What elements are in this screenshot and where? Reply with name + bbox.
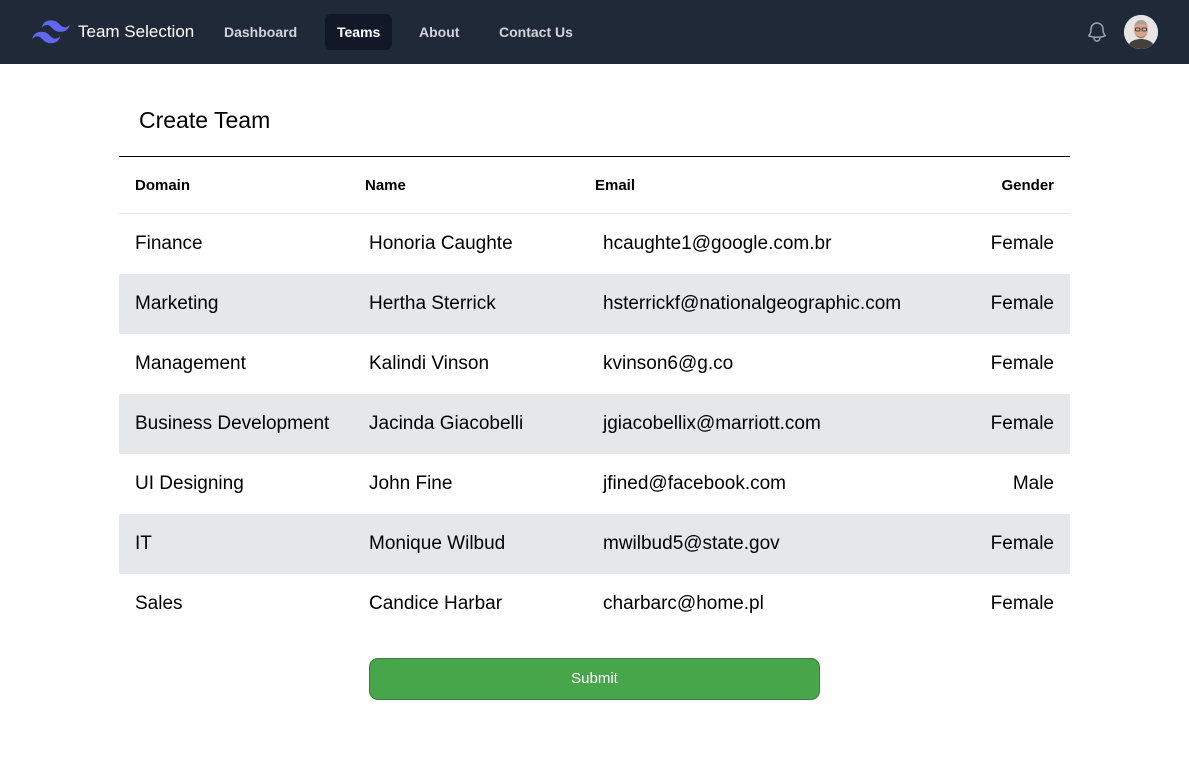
cell-name: Kalindi Vinson [369,353,490,374]
cell-gender: Female [990,533,1054,554]
cell-email: jfined@facebook.com [603,473,786,494]
cell-gender: Male [1012,473,1054,494]
cell-name: John Fine [369,473,453,494]
cell-email: charbarc@home.pl [603,593,764,614]
cell-email: hsterrickf@nationalgeographic.com [603,293,902,314]
cell-name: Hertha Sterrick [369,293,496,314]
cell-gender: Female [990,293,1054,314]
column-header-domain: Domain [135,177,191,194]
nav-link-dashboard[interactable]: Dashboard [212,14,309,50]
cell-gender: Female [990,593,1054,614]
user-avatar[interactable] [1124,15,1158,49]
top-navbar: Team Selection Dashboard Teams About Con… [0,0,1189,64]
table-row[interactable]: Sales Candice Harbar charbarc@home.pl Fe… [119,574,1070,634]
cell-email: kvinson6@g.co [603,353,734,374]
cell-domain: Sales [135,593,183,614]
cell-domain: Business Development [135,413,330,434]
tailwind-wave-icon [32,20,70,44]
cell-email: hcaughte1@google.com.br [603,233,832,254]
team-members-table: Domain Name Email Gender Finance Honoria… [119,157,1070,634]
cell-email: mwilbud5@state.gov [603,533,780,554]
cell-name: Candice Harbar [369,593,503,614]
table-row[interactable]: Business Development Jacinda Giacobelli … [119,394,1070,454]
cell-domain: Finance [135,233,203,254]
cell-domain: UI Designing [135,473,244,494]
cell-domain: IT [135,533,152,554]
cell-name: Honoria Caughte [369,233,513,254]
nav-link-teams[interactable]: Teams [325,14,393,50]
page-title: Create Team [139,107,271,133]
table-row[interactable]: Marketing Hertha Sterrick hsterrickf@nat… [119,274,1070,334]
table-header: Domain Name Email Gender [119,157,1070,214]
column-header-name: Name [365,177,406,194]
cell-gender: Female [990,413,1054,434]
nav-link-contact-us[interactable]: Contact Us [487,14,585,50]
cell-email: jgiacobellix@marriott.com [603,413,821,434]
cell-domain: Management [135,353,246,374]
table-row[interactable]: IT Monique Wilbud mwilbud5@state.gov Fem… [119,514,1070,574]
column-header-email: Email [595,177,636,194]
brand-name: Team Selection [78,22,195,41]
cell-domain: Marketing [135,293,219,314]
cell-name: Jacinda Giacobelli [369,413,524,434]
cell-name: Monique Wilbud [369,533,506,554]
cell-gender: Female [990,353,1054,374]
table-row[interactable]: Finance Honoria Caughte hcaughte1@google… [119,214,1070,274]
table-row[interactable]: UI Designing John Fine jfined@facebook.c… [119,454,1070,514]
column-header-gender: Gender [1001,177,1054,194]
nav-link-about[interactable]: About [407,14,471,50]
cell-gender: Female [990,233,1054,254]
brand[interactable]: Team Selection [32,16,194,48]
bell-icon[interactable] [1085,20,1109,44]
submit-button[interactable]: Submit [369,658,820,700]
table-row[interactable]: Management Kalindi Vinson kvinson6@g.co … [119,334,1070,394]
